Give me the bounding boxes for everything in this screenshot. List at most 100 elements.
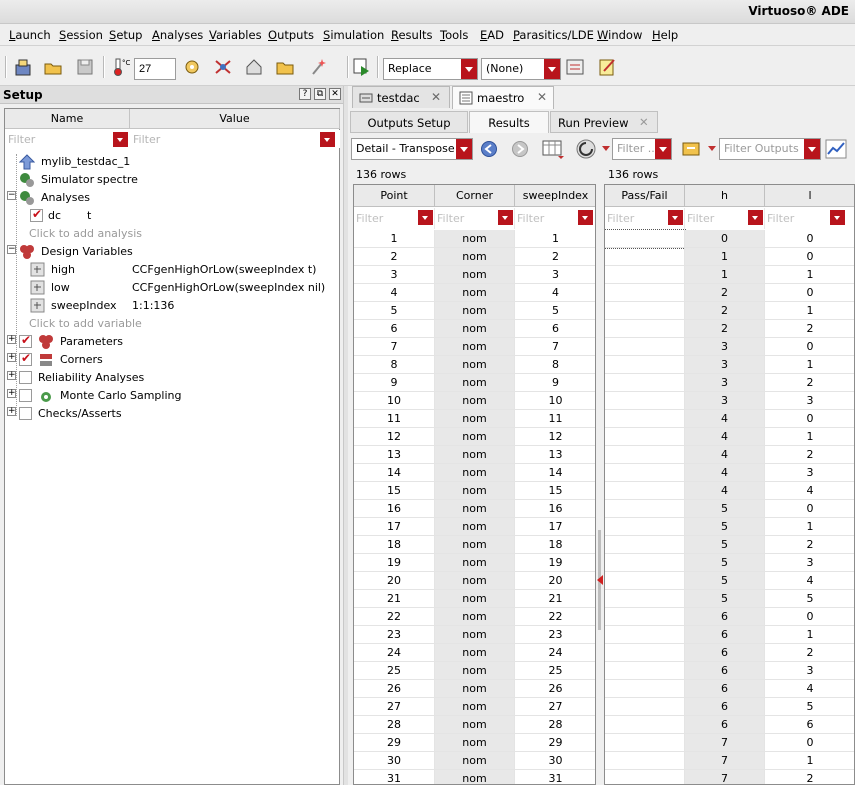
pass-fail-cell[interactable] — [605, 266, 685, 284]
back-icon[interactable] — [480, 140, 498, 158]
corner-cell[interactable]: nom — [435, 680, 515, 698]
table-row[interactable]: 19 nom 19 — [354, 554, 595, 572]
point-cell[interactable]: 24 — [354, 644, 435, 662]
pass-fail-cell[interactable] — [605, 680, 685, 698]
expand-icon[interactable]: + — [7, 353, 16, 362]
table-row[interactable]: 62 — [605, 644, 854, 662]
table-row[interactable]: 72 — [605, 770, 854, 784]
pass-fail-cell[interactable] — [605, 572, 685, 590]
table-row[interactable]: 14 nom 14 — [354, 464, 595, 482]
corner-cell[interactable]: nom — [435, 464, 515, 482]
menu-help[interactable]: Help — [652, 28, 678, 42]
point-cell[interactable]: 15 — [354, 482, 435, 500]
table-row[interactable]: 70 — [605, 734, 854, 752]
sweepindex-filter[interactable]: Filter — [515, 208, 595, 229]
table-row[interactable]: 31 — [605, 356, 854, 374]
corner-cell[interactable]: nom — [435, 374, 515, 392]
pass-fail-cell[interactable] — [605, 644, 685, 662]
variable-row[interactable]: high CCFgenHighOrLow(sweepIndex t) — [5, 261, 339, 279]
l-cell[interactable]: 2 — [765, 770, 854, 784]
sweepindex-cell[interactable]: 1 — [515, 230, 595, 248]
h-cell[interactable]: 2 — [685, 302, 765, 320]
table-row[interactable]: 63 — [605, 662, 854, 680]
menu-tools[interactable]: Tools — [440, 28, 468, 42]
table-row[interactable]: 42 — [605, 446, 854, 464]
corner-cell[interactable]: nom — [435, 716, 515, 734]
l-cell[interactable]: 1 — [765, 266, 854, 284]
table-row[interactable]: 28 nom 28 — [354, 716, 595, 734]
sweepindex-cell[interactable]: 10 — [515, 392, 595, 410]
point-cell[interactable]: 9 — [354, 374, 435, 392]
close-panel-button[interactable]: ✕ — [329, 88, 341, 100]
l-cell[interactable]: 0 — [765, 410, 854, 428]
pass-fail-cell[interactable] — [605, 770, 685, 784]
panel-splitter[interactable] — [343, 86, 348, 785]
sweepindex-cell[interactable]: 23 — [515, 626, 595, 644]
point-cell[interactable]: 29 — [354, 734, 435, 752]
h-cell[interactable]: 7 — [685, 752, 765, 770]
l-cell[interactable]: 2 — [765, 374, 854, 392]
table-row[interactable]: 10 — [605, 248, 854, 266]
float-button[interactable]: ⧉ — [314, 88, 326, 100]
expand-icon[interactable]: + — [7, 335, 16, 344]
h-cell[interactable]: 6 — [685, 716, 765, 734]
pass-fail-cell[interactable] — [605, 284, 685, 302]
collapse-icon[interactable]: − — [7, 191, 16, 200]
expand-icon[interactable]: + — [7, 371, 16, 380]
table-row[interactable]: 4 nom 4 — [354, 284, 595, 302]
tree-item-parameters[interactable]: + Parameters — [5, 333, 339, 351]
name-filter[interactable]: Filter — [5, 130, 130, 148]
pass-fail-cell[interactable] — [605, 608, 685, 626]
pass-fail-cell[interactable] — [605, 536, 685, 554]
pass-fail-cell[interactable] — [605, 338, 685, 356]
table-row[interactable]: 31 nom 31 — [354, 770, 595, 784]
table-row[interactable]: 16 nom 16 — [354, 500, 595, 518]
notes-icon[interactable] — [597, 57, 617, 77]
table-row[interactable]: 18 nom 18 — [354, 536, 595, 554]
sweepindex-cell[interactable]: 24 — [515, 644, 595, 662]
tab-outputs-setup[interactable]: Outputs Setup — [350, 111, 468, 133]
sweepindex-cell[interactable]: 21 — [515, 590, 595, 608]
folder-icon[interactable] — [275, 57, 295, 77]
table-row[interactable]: 30 nom 30 — [354, 752, 595, 770]
corner-cell[interactable]: nom — [435, 428, 515, 446]
filter-dropdown-icon[interactable] — [320, 132, 335, 147]
sweepindex-cell[interactable]: 31 — [515, 770, 595, 784]
corner-cell[interactable]: nom — [435, 284, 515, 302]
l-cell[interactable]: 6 — [765, 716, 854, 734]
tree-item-checks[interactable]: + Checks/Asserts — [5, 405, 339, 423]
point-cell[interactable]: 8 — [354, 356, 435, 374]
pass-fail-cell[interactable] — [605, 446, 685, 464]
h-cell[interactable]: 4 — [685, 482, 765, 500]
corner-cell[interactable]: nom — [435, 590, 515, 608]
table-row[interactable]: 51 — [605, 518, 854, 536]
sweepindex-cell[interactable]: 28 — [515, 716, 595, 734]
table-row[interactable]: 61 — [605, 626, 854, 644]
column-header-corner[interactable]: Corner — [435, 185, 515, 207]
corner-cell[interactable]: nom — [435, 392, 515, 410]
table-row[interactable]: 17 nom 17 — [354, 518, 595, 536]
corner-cell[interactable]: nom — [435, 698, 515, 716]
tree-item-monte-carlo[interactable]: + Monte Carlo Sampling — [5, 387, 339, 405]
corner-cell[interactable]: nom — [435, 482, 515, 500]
pass-fail-cell[interactable] — [605, 320, 685, 338]
table-row[interactable]: 9 nom 9 — [354, 374, 595, 392]
point-cell[interactable]: 5 — [354, 302, 435, 320]
sweepindex-cell[interactable]: 2 — [515, 248, 595, 266]
l-cell[interactable]: 2 — [765, 644, 854, 662]
run-mode-select[interactable]: Replace — [383, 58, 478, 80]
l-cell[interactable]: 1 — [765, 428, 854, 446]
point-cell[interactable]: 28 — [354, 716, 435, 734]
table-row[interactable]: 27 nom 27 — [354, 698, 595, 716]
table-view-icon[interactable] — [542, 139, 564, 159]
pass-fail-cell[interactable] — [605, 626, 685, 644]
h-cell[interactable]: 6 — [685, 680, 765, 698]
point-cell[interactable]: 6 — [354, 320, 435, 338]
run-icon[interactable] — [352, 57, 372, 77]
collapse-icon[interactable]: − — [7, 245, 16, 254]
h-cell[interactable]: 6 — [685, 608, 765, 626]
pass-fail-cell[interactable] — [605, 464, 685, 482]
analysis-enable-checkbox[interactable] — [30, 207, 43, 222]
splitter-arrow-icon[interactable] — [597, 575, 603, 585]
filter-dropdown-icon[interactable] — [748, 210, 763, 225]
